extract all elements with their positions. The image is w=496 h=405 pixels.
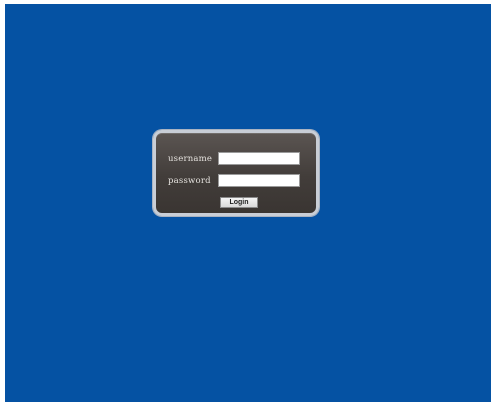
password-input[interactable]: [218, 174, 300, 187]
password-label: password: [168, 176, 211, 186]
desktop-background: username password Login: [5, 4, 491, 402]
username-input[interactable]: [218, 152, 300, 165]
login-panel: username password Login: [153, 130, 319, 216]
login-button[interactable]: Login: [220, 197, 258, 208]
username-label: username: [168, 154, 213, 164]
